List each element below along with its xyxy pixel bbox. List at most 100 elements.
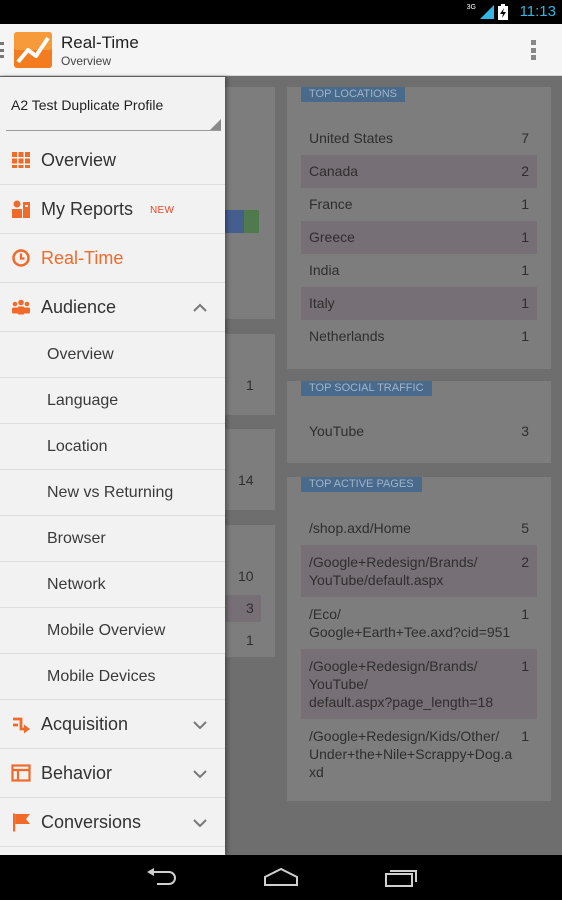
overflow-menu-icon[interactable] [531,40,536,60]
drawer-subitem-overview[interactable]: Overview [0,332,225,378]
drawer-item-conversions[interactable]: Conversions [0,798,225,847]
drawer-item-audience[interactable]: Audience [0,283,225,332]
drawer-item-label: Acquisition [41,714,129,734]
row-label: /shop.axd/Home [309,520,411,536]
table-row: YouTube 3 [301,415,537,448]
row-label: India [309,262,340,278]
row-value: 1 [521,328,529,344]
battery-icon [498,4,508,20]
row-label: United States [309,130,394,146]
highlight-row [224,595,261,622]
action-bar: Real-Time Overview [0,24,562,76]
chevron-up-icon[interactable] [193,301,207,315]
reports-icon [12,200,30,218]
drawer-subitem-new-vs-returning[interactable]: New vs Returning [0,470,225,516]
chevron-down-icon[interactable] [193,718,207,732]
table-row: Italy 1 [301,287,537,320]
flag-icon [13,813,30,832]
traffic-card: 1 [224,334,275,415]
profile-selector[interactable]: A2 Test Duplicate Profile [0,77,225,133]
recent-apps-icon[interactable] [384,867,418,887]
acquisition-icon [13,717,30,734]
left-value: 1 [246,377,254,393]
drawer-subitem-mobile-devices[interactable]: Mobile Devices [0,654,225,700]
drawer-subitem-label: Language [47,392,119,409]
drawer-subitem-label: Browser [47,530,106,547]
new-badge: NEW [150,205,175,216]
drawer-item-label: My Reports [41,199,134,219]
table-row: Canada 2 [301,155,537,188]
top-locations-card: TOP LOCATIONS United States 7 Canada 2 Fra… [287,87,551,369]
drawer-subitem-network[interactable]: Network [0,562,225,608]
drawer-item-real-time[interactable]: Real-Time [0,234,225,283]
row-value: 1 [521,606,529,622]
drawer-subitem-label: Network [47,576,106,593]
row-label: Italy [309,295,335,311]
table-row: /Google+Redesign/Brands/ YouTube/ defaul… [301,649,537,719]
table-row: /Google+Redesign/Kids/Other/ Under+the+N… [301,719,537,789]
drawer-item-label: Behavior [41,763,113,783]
status-icons: 3G [467,4,508,20]
left-value: 1 [246,632,254,648]
drawer-item-my-reports[interactable]: My Reports NEW [0,185,225,234]
row-label: Canada [309,163,359,179]
row-value: 1 [521,196,529,212]
analytics-logo-icon[interactable] [14,32,52,68]
chevron-down-icon[interactable] [193,816,207,830]
table-row: /Google+Redesign/Brands/ YouTube/default… [301,545,537,597]
drawer-item-label: Audience [41,297,117,317]
table-row: United States 7 [301,122,537,155]
navigation-drawer: A2 Test Duplicate Profile Overview My Re… [0,77,225,855]
people-icon [12,299,30,315]
profile-underline [6,130,221,131]
row-value: 3 [521,423,529,439]
drawer-item-label: Overview [41,150,117,170]
back-icon[interactable] [145,867,179,887]
table-row: India 1 [301,254,537,287]
drawer-item-overview[interactable]: Overview [0,136,225,185]
sources-card: 10 3 1 [224,525,275,657]
system-navigation-bar [0,855,562,900]
status-bar: 3G 11:13 [0,0,562,24]
row-value: 2 [521,163,529,179]
drawer-item-acquisition[interactable]: Acquisition [0,700,225,749]
row-value: 5 [521,520,529,536]
row-label: /Google+Redesign/Kids/Other/ Under+the+N… [309,728,513,780]
keywords-card: 14 [224,429,275,510]
device-bar-blue [224,210,244,233]
row-label: Greece [309,229,355,245]
drawer-item-label: Conversions [41,812,142,832]
drawer-subitem-language[interactable]: Language [0,378,225,424]
drawer-subitem-mobile-overview[interactable]: Mobile Overview [0,608,225,654]
drawer-toggle-icon[interactable] [0,42,4,58]
table-row: Greece 1 [301,221,537,254]
grid-icon [12,152,30,168]
row-label: YouTube [309,423,365,439]
home-icon[interactable] [263,867,299,887]
drawer-subitem-browser[interactable]: Browser [0,516,225,562]
left-value: 3 [246,600,254,616]
drawer-subitem-label: Mobile Overview [47,622,166,639]
row-label: France [309,196,353,212]
page-title: Real-Time [61,33,139,52]
row-label: Netherlands [309,328,385,344]
drawer-subitem-label: Mobile Devices [47,668,156,685]
row-label: /Eco/ Google+Earth+Tee.axd?cid=951 [309,606,511,640]
row-label: /Google+Redesign/Brands/ YouTube/ defaul… [309,658,494,710]
left-value: 10 [238,568,254,584]
row-value: 2 [521,554,529,570]
row-value: 1 [521,262,529,278]
chevron-down-icon[interactable] [193,767,207,781]
row-value: 1 [521,229,529,245]
drawer-item-behavior[interactable]: Behavior [0,749,225,798]
clock-icon [12,249,30,267]
signal-icon [480,5,494,19]
profile-name: A2 Test Duplicate Profile [11,97,164,113]
drawer-subitem-location[interactable]: Location [0,424,225,470]
row-value: 1 [521,658,529,674]
dropdown-corner-icon [210,119,221,130]
table-row: /shop.axd/Home 5 [301,512,537,545]
drawer-subitem-label: Overview [47,346,114,363]
device-bar-green [244,210,259,233]
status-time: 11:13 [519,3,556,20]
